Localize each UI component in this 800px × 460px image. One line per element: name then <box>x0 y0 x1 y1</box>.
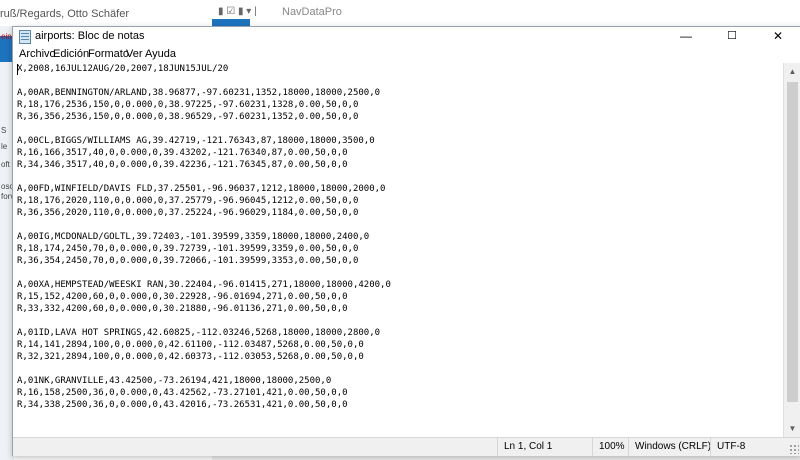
title-bar[interactable]: airports: Bloc de notas — ☐ ✕ <box>13 27 800 46</box>
background-fragment: le <box>1 142 8 151</box>
explorer-ribbon-tab-active[interactable] <box>212 19 250 26</box>
menu-ayuda[interactable]: Ayuda <box>145 48 176 60</box>
menu-bar: Archivo Edición Formato Ver Ayuda <box>13 46 800 63</box>
menu-ver[interactable]: Ver <box>126 48 143 60</box>
quick-access-toolbar[interactable]: ▮ ☑ ▮ ▾ | <box>218 6 257 17</box>
window-title: airports: Bloc de notas <box>35 30 145 42</box>
status-encoding: UTF-8 <box>710 438 787 456</box>
scrollbar-thumb[interactable] <box>787 82 798 402</box>
resize-grip-icon[interactable] <box>789 444 799 454</box>
status-bar: Ln 1, Col 1 100% Windows (CRLF) UTF-8 <box>13 437 800 456</box>
scroll-up-icon[interactable]: ▲ <box>784 63 800 80</box>
background-fragment: S <box>1 126 7 135</box>
background-left-title: ruß/Regards, Otto Schäfer <box>0 8 129 20</box>
close-button[interactable]: ✕ <box>755 27 800 46</box>
text-caret <box>17 64 18 75</box>
minimize-button[interactable]: — <box>663 27 709 46</box>
notepad-window: airports: Bloc de notas — ☐ ✕ Archivo Ed… <box>12 26 800 456</box>
scroll-down-icon[interactable]: ▼ <box>784 420 800 437</box>
vertical-scrollbar[interactable]: ▲ ▼ <box>783 63 800 437</box>
background-fragment: oft <box>1 160 10 169</box>
notepad-icon <box>19 30 31 44</box>
maximize-button[interactable]: ☐ <box>709 27 755 46</box>
status-line-ending: Windows (CRLF) <box>628 438 717 456</box>
status-position: Ln 1, Col 1 <box>497 438 588 456</box>
explorer-title: NavDataPro <box>282 6 342 18</box>
menu-edicion[interactable]: Edición <box>53 48 89 60</box>
text-editor[interactable]: X,2008,16JUL12AUG/20,2007,18JUN15JUL/20 … <box>13 63 783 437</box>
editor-content[interactable]: X,2008,16JUL12AUG/20,2007,18JUN15JUL/20 … <box>13 63 783 411</box>
menu-archivo[interactable]: Archivo <box>19 48 56 60</box>
menu-formato[interactable]: Formato <box>88 48 129 60</box>
background-explorer-titlebar: ▮ ☑ ▮ ▾ | NavDataPro <box>212 0 800 27</box>
background-fragment: ein <box>1 32 12 41</box>
